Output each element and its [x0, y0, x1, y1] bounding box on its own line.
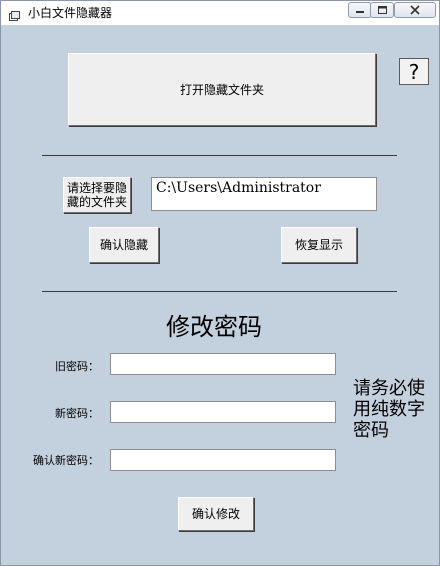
new-password-label: 新密码：	[55, 407, 99, 420]
choose-folder-button[interactable]: 请选择要隐藏的文件夹	[63, 177, 131, 213]
main-panel: ? 打开隐藏文件夹 请选择要隐藏的文件夹 C:\Users\Administra…	[6, 25, 435, 561]
minimize-button[interactable]	[348, 2, 372, 18]
close-button[interactable]	[394, 2, 436, 18]
maximize-button[interactable]	[370, 2, 394, 18]
maximize-icon	[378, 6, 387, 14]
title-bar[interactable]: 小白文件隐藏器	[1, 1, 439, 25]
divider	[42, 291, 397, 292]
confirm-password-input[interactable]	[110, 449, 336, 471]
change-password-heading: 修改密码	[166, 313, 262, 341]
confirm-change-button[interactable]: 确认修改	[178, 497, 254, 531]
app-window: 小白文件隐藏器 ? 打开隐藏文件夹 请选择要隐藏的文件夹 C:\Users\Ad…	[0, 0, 440, 566]
folder-path-field[interactable]: C:\Users\Administrator	[151, 177, 377, 211]
old-password-label: 旧密码：	[55, 360, 99, 373]
app-icon	[9, 7, 20, 21]
new-password-input[interactable]	[110, 401, 336, 423]
restore-display-button[interactable]: 恢复显示	[281, 227, 357, 263]
window-title: 小白文件隐藏器	[28, 6, 113, 20]
old-password-input[interactable]	[110, 353, 336, 375]
close-icon	[410, 5, 420, 15]
help-button[interactable]: ?	[399, 58, 429, 85]
confirm-password-label: 确认新密码：	[33, 454, 99, 467]
divider	[42, 155, 397, 156]
open-hidden-folder-button[interactable]: 打开隐藏文件夹	[68, 53, 376, 126]
minimize-icon	[356, 11, 364, 13]
confirm-hide-button[interactable]: 确认隐藏	[89, 227, 159, 263]
numeric-password-notice: 请务必使用纯数字密码	[353, 378, 425, 441]
